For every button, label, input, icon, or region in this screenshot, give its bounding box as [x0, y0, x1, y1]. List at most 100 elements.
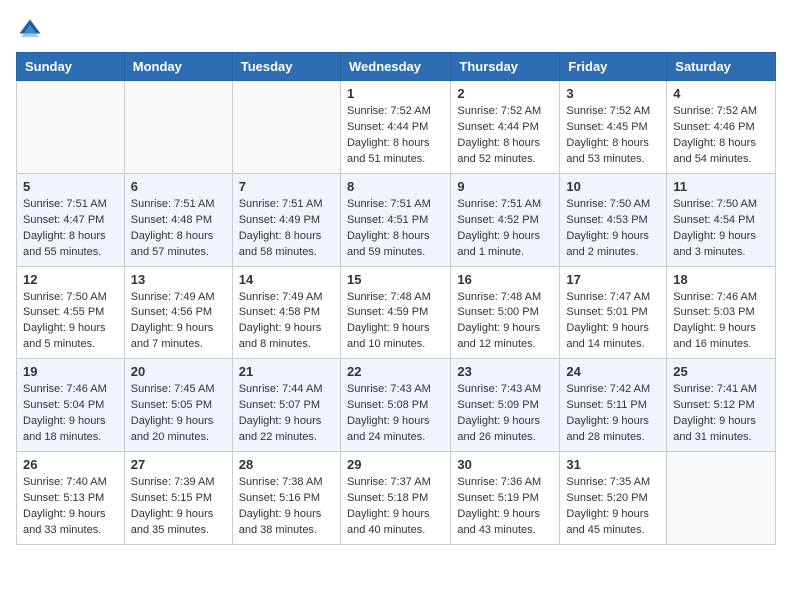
calendar-cell: 3Sunrise: 7:52 AM Sunset: 4:45 PM Daylig…	[560, 81, 667, 174]
day-info: Sunrise: 7:50 AM Sunset: 4:55 PM Dayligh…	[23, 290, 118, 354]
day-number: 13	[131, 272, 226, 287]
day-number: 19	[23, 364, 118, 379]
day-number: 27	[131, 457, 226, 472]
day-number: 20	[131, 364, 226, 379]
day-number: 31	[566, 457, 660, 472]
day-info: Sunrise: 7:38 AM Sunset: 5:16 PM Dayligh…	[239, 475, 334, 539]
day-number: 18	[673, 272, 769, 287]
day-info: Sunrise: 7:40 AM Sunset: 5:13 PM Dayligh…	[23, 475, 118, 539]
day-number: 15	[347, 272, 444, 287]
day-number: 5	[23, 179, 118, 194]
calendar-week-row: 1Sunrise: 7:52 AM Sunset: 4:44 PM Daylig…	[17, 81, 776, 174]
day-number: 26	[23, 457, 118, 472]
day-number: 21	[239, 364, 334, 379]
day-info: Sunrise: 7:43 AM Sunset: 5:09 PM Dayligh…	[457, 382, 553, 446]
day-info: Sunrise: 7:46 AM Sunset: 5:04 PM Dayligh…	[23, 382, 118, 446]
calendar-cell: 10 Sunrise: 7:50 AM Sunset: 4:53 PM Dayli…	[560, 173, 667, 266]
day-of-week-header: Tuesday	[232, 53, 340, 81]
day-info: Sunrise: 7:47 AM Sunset: 5:01 PM Dayligh…	[566, 290, 660, 354]
day-info: Sunrise: 7:43 AM Sunset: 5:08 PM Dayligh…	[347, 382, 444, 446]
calendar-cell: 14Sunrise: 7:49 AM Sunset: 4:58 PM Dayli…	[232, 266, 340, 359]
calendar-cell: 7Sunrise: 7:51 AM Sunset: 4:49 PM Daylig…	[232, 173, 340, 266]
day-info: Sunrise: 7:41 AM Sunset: 5:12 PM Dayligh…	[673, 382, 769, 446]
day-number: 24	[566, 364, 660, 379]
calendar-week-row: 12 Sunrise: 7:50 AM Sunset: 4:55 PM Dayli…	[17, 266, 776, 359]
calendar-cell: 4 Sunrise: 7:52 AM Sunset: 4:46 PM Daylig…	[667, 81, 776, 174]
day-info: Sunrise: 7:46 AM Sunset: 5:03 PM Dayligh…	[673, 290, 769, 354]
day-number: 8	[347, 179, 444, 194]
day-info: Sunrise: 7:52 AM Sunset: 4:44 PM Dayligh…	[347, 104, 444, 168]
calendar-week-row: 5 Sunrise: 7:51 AM Sunset: 4:47 PM Daylig…	[17, 173, 776, 266]
calendar-cell: 11 Sunrise: 7:50 AM Sunset: 4:54 PM Dayli…	[667, 173, 776, 266]
calendar-cell: 2 Sunrise: 7:52 AM Sunset: 4:44 PM Daylig…	[451, 81, 560, 174]
day-of-week-header: Monday	[124, 53, 232, 81]
calendar-cell: 21 Sunrise: 7:44 AM Sunset: 5:07 PM Dayli…	[232, 359, 340, 452]
day-number: 6	[131, 179, 226, 194]
day-info: Sunrise: 7:50 AM Sunset: 4:53 PM Dayligh…	[566, 197, 660, 261]
day-of-week-header: Wednesday	[340, 53, 450, 81]
day-number: 10	[566, 179, 660, 194]
day-info: Sunrise: 7:39 AM Sunset: 5:15 PM Dayligh…	[131, 475, 226, 539]
day-number: 12	[23, 272, 118, 287]
calendar-cell: 31 Sunrise: 7:35 AM Sunset: 5:20 PM Dayli…	[560, 452, 667, 545]
day-info: Sunrise: 7:51 AM Sunset: 4:52 PM Dayligh…	[457, 197, 553, 261]
calendar-week-row: 26 Sunrise: 7:40 AM Sunset: 5:13 PM Dayli…	[17, 452, 776, 545]
calendar-cell: 5 Sunrise: 7:51 AM Sunset: 4:47 PM Daylig…	[17, 173, 125, 266]
page-header	[16, 16, 776, 44]
calendar-cell: 19 Sunrise: 7:46 AM Sunset: 5:04 PM Dayli…	[17, 359, 125, 452]
day-info: Sunrise: 7:51 AM Sunset: 4:47 PM Dayligh…	[23, 197, 118, 261]
calendar-cell: 25 Sunrise: 7:41 AM Sunset: 5:12 PM Dayli…	[667, 359, 776, 452]
calendar-cell: 8 Sunrise: 7:51 AM Sunset: 4:51 PM Daylig…	[340, 173, 450, 266]
calendar-cell: 27 Sunrise: 7:39 AM Sunset: 5:15 PM Dayli…	[124, 452, 232, 545]
day-info: Sunrise: 7:51 AM Sunset: 4:48 PM Dayligh…	[131, 197, 226, 261]
day-number: 22	[347, 364, 444, 379]
calendar-cell	[232, 81, 340, 174]
calendar-header-row: SundayMondayTuesdayWednesdayThursdayFrid…	[17, 53, 776, 81]
calendar-cell	[17, 81, 125, 174]
day-info: Sunrise: 7:52 AM Sunset: 4:45 PM Dayligh…	[566, 104, 660, 168]
calendar-cell: 23Sunrise: 7:43 AM Sunset: 5:09 PM Dayli…	[451, 359, 560, 452]
calendar-cell: 15Sunrise: 7:48 AM Sunset: 4:59 PM Dayli…	[340, 266, 450, 359]
day-number: 2	[457, 86, 553, 101]
day-number: 9	[457, 179, 553, 194]
day-info: Sunrise: 7:51 AM Sunset: 4:51 PM Dayligh…	[347, 197, 444, 261]
day-info: Sunrise: 7:48 AM Sunset: 5:00 PM Dayligh…	[457, 290, 553, 354]
calendar-cell: 9 Sunrise: 7:51 AM Sunset: 4:52 PM Daylig…	[451, 173, 560, 266]
calendar-cell: 20Sunrise: 7:45 AM Sunset: 5:05 PM Dayli…	[124, 359, 232, 452]
calendar-cell: 12 Sunrise: 7:50 AM Sunset: 4:55 PM Dayli…	[17, 266, 125, 359]
day-of-week-header: Sunday	[17, 53, 125, 81]
calendar-cell: 13Sunrise: 7:49 AM Sunset: 4:56 PM Dayli…	[124, 266, 232, 359]
day-number: 25	[673, 364, 769, 379]
calendar-cell: 26 Sunrise: 7:40 AM Sunset: 5:13 PM Dayli…	[17, 452, 125, 545]
day-info: Sunrise: 7:52 AM Sunset: 4:44 PM Dayligh…	[457, 104, 553, 168]
calendar-cell: 6 Sunrise: 7:51 AM Sunset: 4:48 PM Daylig…	[124, 173, 232, 266]
day-info: Sunrise: 7:36 AM Sunset: 5:19 PM Dayligh…	[457, 475, 553, 539]
day-info: Sunrise: 7:50 AM Sunset: 4:54 PM Dayligh…	[673, 197, 769, 261]
day-info: Sunrise: 7:52 AM Sunset: 4:46 PM Dayligh…	[673, 104, 769, 168]
day-of-week-header: Thursday	[451, 53, 560, 81]
calendar-cell	[667, 452, 776, 545]
day-number: 29	[347, 457, 444, 472]
day-number: 7	[239, 179, 334, 194]
calendar-cell: 29 Sunrise: 7:37 AM Sunset: 5:18 PM Dayli…	[340, 452, 450, 545]
day-info: Sunrise: 7:35 AM Sunset: 5:20 PM Dayligh…	[566, 475, 660, 539]
calendar-cell: 1Sunrise: 7:52 AM Sunset: 4:44 PM Daylig…	[340, 81, 450, 174]
day-of-week-header: Saturday	[667, 53, 776, 81]
calendar-cell: 30 Sunrise: 7:36 AM Sunset: 5:19 PM Dayli…	[451, 452, 560, 545]
day-number: 11	[673, 179, 769, 194]
calendar-cell: 24 Sunrise: 7:42 AM Sunset: 5:11 PM Dayli…	[560, 359, 667, 452]
calendar-cell: 22 Sunrise: 7:43 AM Sunset: 5:08 PM Dayli…	[340, 359, 450, 452]
day-info: Sunrise: 7:44 AM Sunset: 5:07 PM Dayligh…	[239, 382, 334, 446]
day-number: 30	[457, 457, 553, 472]
calendar-week-row: 19 Sunrise: 7:46 AM Sunset: 5:04 PM Dayli…	[17, 359, 776, 452]
day-info: Sunrise: 7:37 AM Sunset: 5:18 PM Dayligh…	[347, 475, 444, 539]
day-info: Sunrise: 7:49 AM Sunset: 4:58 PM Dayligh…	[239, 290, 334, 354]
day-of-week-header: Friday	[560, 53, 667, 81]
day-number: 4	[673, 86, 769, 101]
calendar-cell: 28Sunrise: 7:38 AM Sunset: 5:16 PM Dayli…	[232, 452, 340, 545]
day-info: Sunrise: 7:42 AM Sunset: 5:11 PM Dayligh…	[566, 382, 660, 446]
calendar-cell	[124, 81, 232, 174]
day-number: 16	[457, 272, 553, 287]
logo-icon	[16, 16, 44, 44]
calendar-cell: 16 Sunrise: 7:48 AM Sunset: 5:00 PM Dayli…	[451, 266, 560, 359]
